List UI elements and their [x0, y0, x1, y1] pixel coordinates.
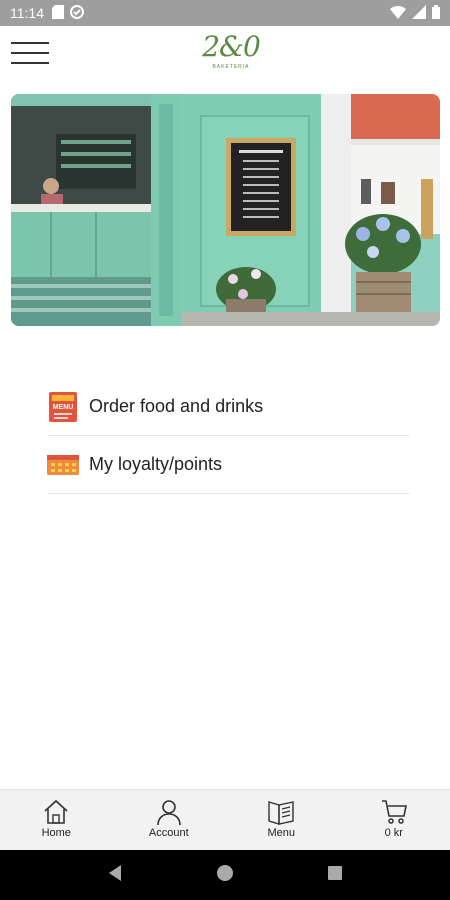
loyalty-card-icon: [47, 449, 79, 481]
app-header: 2&0 BAKETERIA: [0, 26, 450, 88]
home-system-button[interactable]: [216, 864, 234, 887]
nav-cart-total: 0 kr: [384, 827, 403, 839]
back-button[interactable]: [107, 864, 123, 887]
signal-icon: [412, 4, 426, 22]
loyalty-points-label: My loyalty/points: [89, 454, 223, 474]
account-icon: [156, 800, 181, 826]
recents-square-icon: [328, 865, 343, 880]
home-icon: [44, 799, 68, 824]
home-menu-list: MENU Order food and drinks My loyalty/po…: [47, 378, 410, 494]
nav-menu-label: Menu: [267, 827, 296, 839]
back-triangle-icon: [108, 864, 121, 881]
order-food-label: Order food and drinks: [89, 396, 264, 416]
nav-home[interactable]: Home: [0, 790, 113, 850]
hero-image: [11, 94, 440, 326]
order-food-item[interactable]: MENU Order food and drinks: [47, 378, 410, 436]
app-logo: 2&0 BAKETERIA: [200, 32, 262, 82]
loyalty-points-item[interactable]: My loyalty/points: [47, 436, 410, 494]
sd-card-icon: [52, 4, 64, 22]
home-circle-icon: [216, 864, 233, 881]
nav-cart[interactable]: 0 kr: [338, 790, 450, 850]
logo-subtitle: BAKETERIA: [212, 64, 250, 70]
cart-icon: [381, 800, 407, 824]
logo-mark: 2&0: [202, 30, 261, 63]
nav-account[interactable]: Account: [113, 790, 226, 850]
bottom-navigation: Home Account Menu 0 kr: [0, 789, 450, 850]
wifi-icon: [390, 5, 406, 22]
menu-board-icon: MENU: [47, 391, 79, 423]
menu-board-icon-text: MENU: [53, 404, 74, 411]
status-bar: 11:14: [0, 0, 450, 26]
recents-button[interactable]: [327, 865, 343, 886]
nav-home-label: Home: [41, 827, 71, 839]
battery-icon: [432, 4, 440, 22]
sync-icon: [70, 4, 84, 22]
system-navigation-bar: [0, 850, 450, 900]
nav-menu[interactable]: Menu: [225, 790, 338, 850]
status-time: 11:14: [10, 5, 44, 21]
hamburger-menu-button[interactable]: [11, 42, 49, 68]
menu-book-icon: [268, 801, 294, 825]
nav-account-label: Account: [148, 827, 189, 839]
